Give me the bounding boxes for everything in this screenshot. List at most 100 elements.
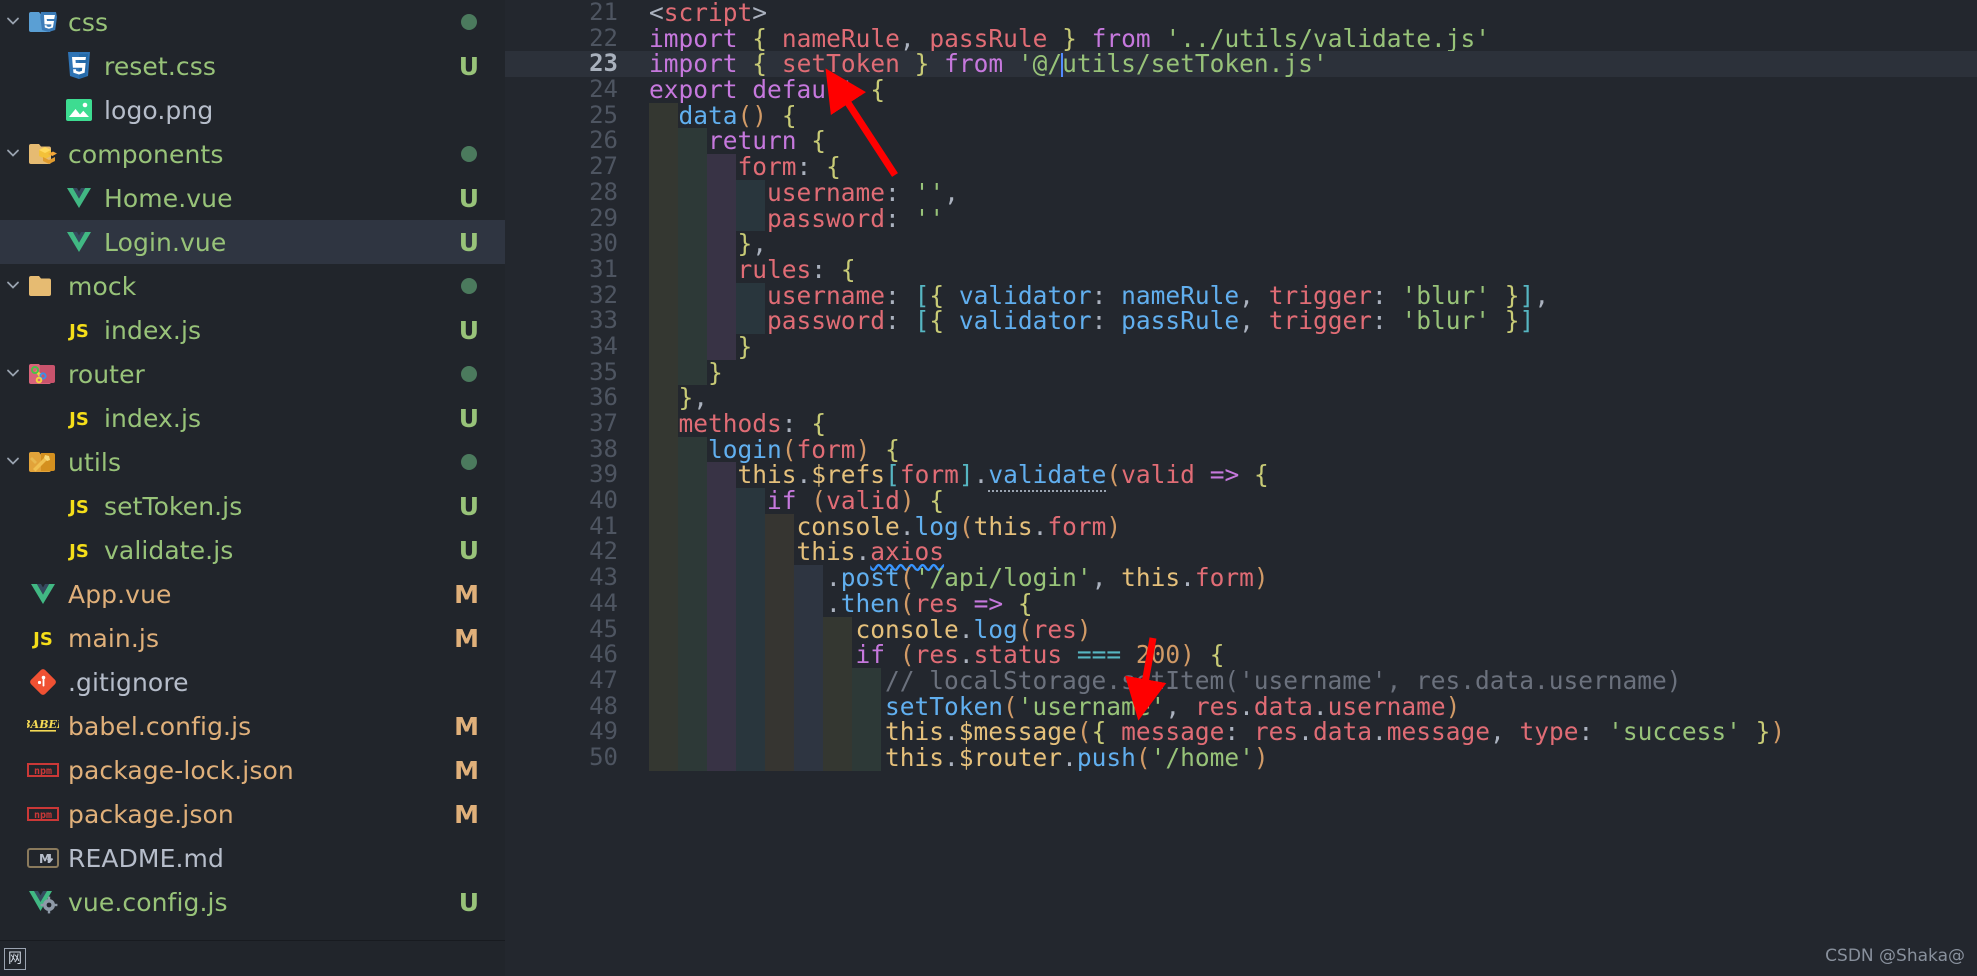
chevron-down-icon[interactable] (0, 453, 26, 469)
code-line[interactable]: 21 <script> (505, 0, 1977, 26)
code-line[interactable]: 39 this.$refs[form].validate(valid => { (505, 460, 1977, 493)
code-line[interactable]: 47 // localStorage.setItem('username', r… (505, 667, 1977, 694)
git-status-badge: M (454, 711, 479, 741)
code-line[interactable]: 44 .then(res => { (505, 588, 1977, 617)
code-line[interactable]: 50 this.$router.push('/home') (505, 744, 1977, 771)
line-number: 44 (589, 588, 618, 617)
tree-item-logo-png[interactable]: logo.png (0, 88, 505, 132)
code-line[interactable]: 35 } (505, 357, 1977, 387)
code-line[interactable]: 33 password: [{ validator: passRule, tri… (505, 308, 1977, 334)
code-line[interactable]: 26 return { (505, 128, 1977, 155)
code-line[interactable]: 25 data() { (505, 100, 1977, 130)
git-status-badge: U (458, 403, 479, 433)
folder-change-dot-icon (461, 146, 477, 162)
line-number: 27 (589, 152, 618, 181)
npm-file-icon: npm (26, 799, 60, 829)
code-line[interactable]: 42 this.axios (505, 539, 1977, 566)
tree-item-main-js[interactable]: JS main.js M (0, 616, 505, 660)
code-line[interactable]: 38 login(form) { (505, 436, 1977, 463)
code-line[interactable]: 41 console.log(this.form) (505, 513, 1977, 540)
tree-item-label: package-lock.json (68, 755, 294, 785)
code-line-text: } (708, 357, 723, 387)
line-number: 21 (589, 0, 618, 26)
code-line[interactable]: 22 import { nameRule, passRule } from '..… (505, 23, 1977, 52)
svg-text:JS: JS (67, 409, 89, 430)
cjk-ime-icon[interactable]: 网 (4, 947, 26, 970)
git-status-badge: U (458, 315, 479, 345)
tree-item-package-lock-json[interactable]: npm package-lock.json M (0, 748, 505, 792)
tree-item-readme-md[interactable]: M README.md (0, 836, 505, 880)
tree-item-app-vue[interactable]: App.vue M (0, 572, 505, 616)
code-line-text: <script> (649, 0, 768, 27)
chevron-down-icon[interactable] (0, 365, 26, 381)
line-number: 35 (589, 357, 618, 386)
line-number: 22 (589, 23, 618, 52)
code-line[interactable]: 24 export default { (505, 76, 1977, 103)
tree-item-package-json[interactable]: npm package.json M (0, 792, 505, 836)
code-line[interactable]: 32 username: [{ validator: nameRule, tri… (505, 282, 1977, 309)
code-line-text: this.$message({ message: res.data.messag… (885, 717, 1786, 747)
tree-item-label: .gitignore (68, 667, 189, 697)
code-line[interactable]: 37 methods: { (505, 410, 1977, 437)
line-number: 39 (589, 460, 618, 489)
tree-item-utils[interactable]: utils (0, 440, 505, 484)
code-line-text: .post('/api/login', this.form) (826, 563, 1269, 593)
tree-item--gitignore[interactable]: .gitignore (0, 660, 505, 704)
tree-item-router[interactable]: router (0, 352, 505, 396)
git-status-badge: U (458, 183, 479, 213)
tree-item-reset-css[interactable]: reset.css U (0, 44, 505, 88)
code-line-text: data() { (678, 100, 797, 130)
status-bar[interactable]: 网 (0, 940, 505, 976)
line-number: 45 (589, 614, 618, 643)
babel-file-icon: BABEL (26, 711, 60, 741)
tree-item-label: setToken.js (104, 491, 243, 521)
git-status-badge: M (454, 755, 479, 785)
file-tree[interactable]: css reset.css U logo.png components Home.vue U… (0, 0, 505, 924)
tree-item-label: logo.png (104, 95, 214, 125)
code-line[interactable]: 29 password: '' (505, 205, 1977, 232)
vue-file-icon (62, 183, 96, 213)
git-file-icon (26, 667, 60, 697)
tree-item-index-js[interactable]: JS index.js U (0, 396, 505, 440)
code-line[interactable]: 36 }, (505, 385, 1977, 411)
line-number: 30 (589, 229, 618, 258)
code-line[interactable]: 34 } (505, 331, 1977, 361)
code-line-text: if (res.status === 200) { (855, 640, 1225, 670)
css3-file-icon (62, 51, 96, 81)
tree-item-label: router (68, 359, 145, 389)
code-line[interactable]: 48 setToken('username', res.data.usernam… (505, 693, 1977, 720)
code-lines[interactable]: 21 <script> 22 import { nameRule, passRule … (505, 0, 1977, 976)
tree-item-label: mock (68, 271, 137, 301)
folder-components-icon (26, 139, 60, 169)
chevron-down-icon[interactable] (0, 13, 26, 29)
js-file-icon: JS (62, 315, 96, 345)
code-line[interactable]: 27 form: { (505, 152, 1977, 181)
chevron-down-icon[interactable] (0, 145, 26, 161)
tree-item-vue-config-js[interactable]: vue.config.js U (0, 880, 505, 924)
code-line[interactable]: 46 if (res.status === 200) { (505, 640, 1977, 670)
tree-item-components[interactable]: components (0, 132, 505, 176)
file-explorer-sidebar[interactable]: css reset.css U logo.png components Home.vue U… (0, 0, 505, 976)
tree-item-settoken-js[interactable]: JS setToken.js U (0, 484, 505, 528)
svg-text:JS: JS (67, 541, 89, 562)
chevron-down-icon[interactable] (0, 277, 26, 293)
line-number: 33 (589, 306, 618, 335)
code-line[interactable]: 31 rules: { (505, 256, 1977, 283)
tree-item-babel-config-js[interactable]: BABEL babel.config.js M (0, 704, 505, 748)
svg-text:BABEL: BABEL (27, 718, 59, 731)
code-line[interactable]: 30 }, (505, 229, 1977, 258)
tree-item-index-js[interactable]: JS index.js U (0, 308, 505, 352)
code-line[interactable]: 43 .post('/api/login', this.form) (505, 563, 1977, 593)
tree-item-css[interactable]: css (0, 0, 505, 44)
tree-item-login-vue[interactable]: Login.vue U (0, 220, 505, 264)
code-line-text: } (737, 331, 753, 361)
tree-item-home-vue[interactable]: Home.vue U (0, 176, 505, 220)
code-line[interactable]: 40 if (valid) { (505, 487, 1977, 514)
code-line[interactable]: 23 import { setToken } from '@/utils/setT… (505, 51, 1977, 78)
code-line[interactable]: 49 this.$message({ message: res.data.mes… (505, 719, 1977, 745)
tree-item-validate-js[interactable]: JS validate.js U (0, 528, 505, 572)
code-line[interactable]: 28 username: '', (505, 179, 1977, 206)
code-line[interactable]: 45 console.log(res) (505, 614, 1977, 643)
code-editor[interactable]: 21 <script> 22 import { nameRule, passRule … (505, 0, 1977, 976)
tree-item-mock[interactable]: mock (0, 264, 505, 308)
